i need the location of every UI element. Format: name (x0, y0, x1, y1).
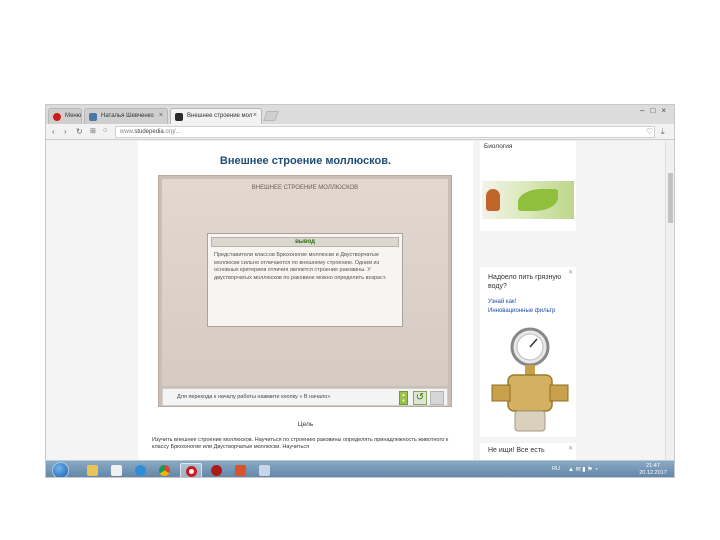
powerpoint-icon (235, 465, 246, 476)
url-host: studepedia (134, 129, 164, 135)
window-controls[interactable]: –□× (640, 106, 672, 115)
opera-icon (186, 466, 197, 477)
url-domain: www. (120, 129, 135, 135)
forward-icon[interactable]: › (64, 127, 67, 136)
ad-search[interactable]: Не ищи! Все есть ✕ (480, 443, 576, 460)
vk-icon (89, 113, 97, 121)
opera-icon (53, 113, 61, 121)
tab-opera-menu[interactable]: Меню (48, 108, 82, 124)
ad-link[interactable]: Узнай как! (488, 299, 516, 305)
taskbar-app[interactable] (206, 463, 228, 477)
slide: ВНЕШНЕЕ СТРОЕНИЕ МОЛЛЮСКОВ вывод Предста… (162, 179, 448, 386)
close-icon[interactable]: ✕ (568, 445, 573, 452)
page-title: Внешнее строение моллюсков. (219, 155, 392, 167)
tray-language[interactable]: RU (552, 466, 560, 472)
app-icon (211, 465, 222, 476)
tray-icons[interactable]: ▲ ✉ ▮ ⚑ ◔ (568, 466, 598, 473)
clock-date: 20.12.2017 (639, 470, 667, 476)
panel-heading: вывод (211, 237, 399, 247)
ad-title[interactable]: Не ищи! Все есть (488, 447, 545, 454)
goals-heading: Цель (297, 421, 314, 428)
clock[interactable]: 21:47 20.12.2017 (636, 463, 670, 477)
url-field[interactable]: www.studepedia.org/... (115, 126, 655, 138)
clock-time: 21:47 (646, 463, 660, 469)
grid-icon[interactable]: ⊞ (90, 127, 96, 135)
taskbar-skype[interactable] (130, 463, 152, 477)
taskbar-paint[interactable] (254, 463, 276, 477)
start-button[interactable] (52, 462, 69, 477)
taskbar-opera[interactable] (180, 463, 202, 477)
download-icon[interactable]: ⤓ (661, 127, 665, 137)
back-icon[interactable]: ‹ (52, 127, 55, 136)
ad-label: Биология (484, 143, 513, 150)
page-viewport: Внешнее строение моллюсков. ВНЕШНЕЕ СТРО… (46, 141, 667, 460)
maximize-icon[interactable]: □ (650, 106, 661, 115)
paint-icon (259, 465, 270, 476)
body-text: Изучить внешнее строение моллюсков. Науч… (152, 437, 449, 450)
mascot-icon (486, 189, 500, 211)
taskbar-explorer[interactable] (82, 463, 104, 477)
ad-water-filter[interactable]: ✕ Надоело пить грязную воду? Узнай как! … (480, 267, 576, 437)
taskbar-chrome[interactable] (154, 463, 176, 477)
ad-subtitle[interactable]: Инновационные фильтр (488, 307, 568, 315)
tab-strip: Меню Наталья Шевченко × Внешнее строение… (46, 105, 674, 124)
windows-taskbar: RU ▲ ✉ ▮ ⚑ ◔ 21:47 20.12.2017 (46, 460, 674, 477)
valve-image[interactable] (490, 325, 570, 435)
document-area: Внешнее строение моллюсков. ВНЕШНЕЕ СТРО… (138, 141, 473, 460)
close-icon[interactable]: × (253, 112, 257, 119)
security-icon: ○ (103, 127, 108, 134)
chrome-icon (159, 465, 170, 476)
ad-biology[interactable]: Биология (480, 141, 576, 231)
tab-vk[interactable]: Наталья Шевченко × (84, 108, 168, 124)
media-icon (111, 465, 122, 476)
close-icon[interactable]: ✕ (568, 269, 573, 276)
panel-text: Представители классов Брюхоногие моллюск… (214, 252, 387, 281)
taskbar-powerpoint[interactable] (230, 463, 252, 477)
page-icon (175, 113, 183, 121)
slide-title: ВНЕШНЕЕ СТРОЕНИЕ МОЛЛЮСКОВ (251, 185, 359, 191)
address-toolbar: ‹ › ↻ ⊞ ○ www.studepedia.org/... ♡ ⤓ (46, 124, 674, 140)
close-window-icon[interactable]: × (661, 106, 672, 115)
page-scrollbar[interactable] (665, 141, 674, 460)
slide-footer-text: Для перехода к началу работы нажмите кно… (177, 394, 331, 400)
close-icon[interactable]: × (159, 112, 163, 119)
slide-controls: Для перехода к началу работы нажмите кно… (162, 388, 448, 406)
tab-label: Внешнее строение мол (187, 113, 253, 119)
scrollbar-thumb[interactable] (668, 173, 673, 223)
skype-icon (135, 465, 146, 476)
conclusion-panel: вывод Представители классов Брюхоногие м… (207, 233, 403, 327)
next-button[interactable] (430, 391, 444, 405)
new-tab-button[interactable] (263, 111, 279, 121)
leaf-icon (518, 189, 558, 211)
presentation-frame[interactable]: ВНЕШНЕЕ СТРОЕНИЕ МОЛЛЮСКОВ вывод Предста… (158, 175, 452, 407)
ad-image[interactable] (482, 181, 574, 219)
scroll-arrows-icon[interactable]: ▲ ▼ (399, 391, 408, 405)
reload-icon[interactable]: ↻ (76, 127, 83, 136)
folder-icon (87, 465, 98, 476)
restart-button[interactable]: ↺ (413, 391, 427, 405)
minimize-icon[interactable]: – (640, 106, 650, 115)
url-rest: .org/... (163, 129, 181, 135)
tab-current[interactable]: Внешнее строение мол × (170, 108, 262, 124)
tab-label: Меню (65, 113, 82, 119)
tab-label: Наталья Шевченко (101, 113, 154, 119)
taskbar-media[interactable] (106, 463, 128, 477)
ad-title[interactable]: Надоело пить грязную воду? (488, 273, 568, 291)
heart-icon[interactable]: ♡ (646, 127, 653, 136)
browser-window: Меню Наталья Шевченко × Внешнее строение… (45, 104, 675, 478)
